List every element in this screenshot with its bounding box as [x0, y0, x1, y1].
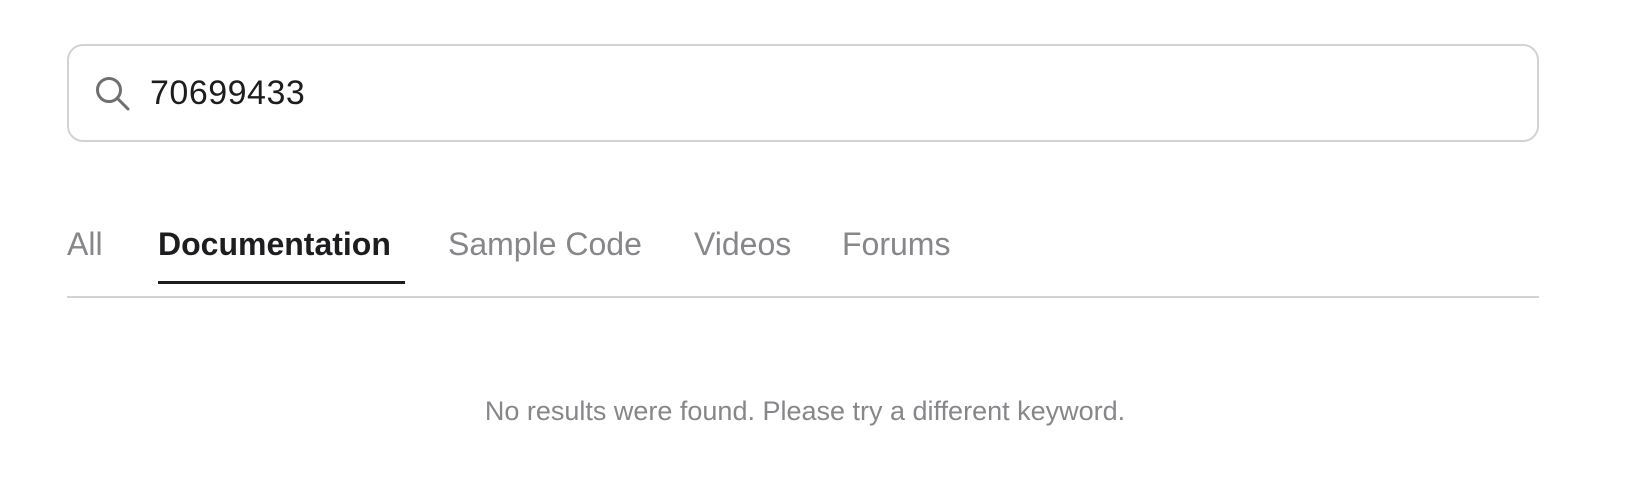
tab-forums[interactable]: Forums	[842, 226, 950, 284]
tab-sample-code[interactable]: Sample Code	[448, 226, 642, 284]
tab-bar: All Documentation Sample Code Videos For…	[67, 212, 1539, 298]
search-input[interactable]	[150, 60, 1510, 126]
tab-all[interactable]: All	[67, 226, 103, 284]
search-icon	[94, 75, 132, 113]
tab-documentation[interactable]: Documentation	[158, 226, 405, 284]
tab-videos[interactable]: Videos	[694, 226, 791, 284]
search-box[interactable]	[67, 44, 1539, 142]
no-results-message: No results were found. Please try a diff…	[484, 396, 1126, 426]
